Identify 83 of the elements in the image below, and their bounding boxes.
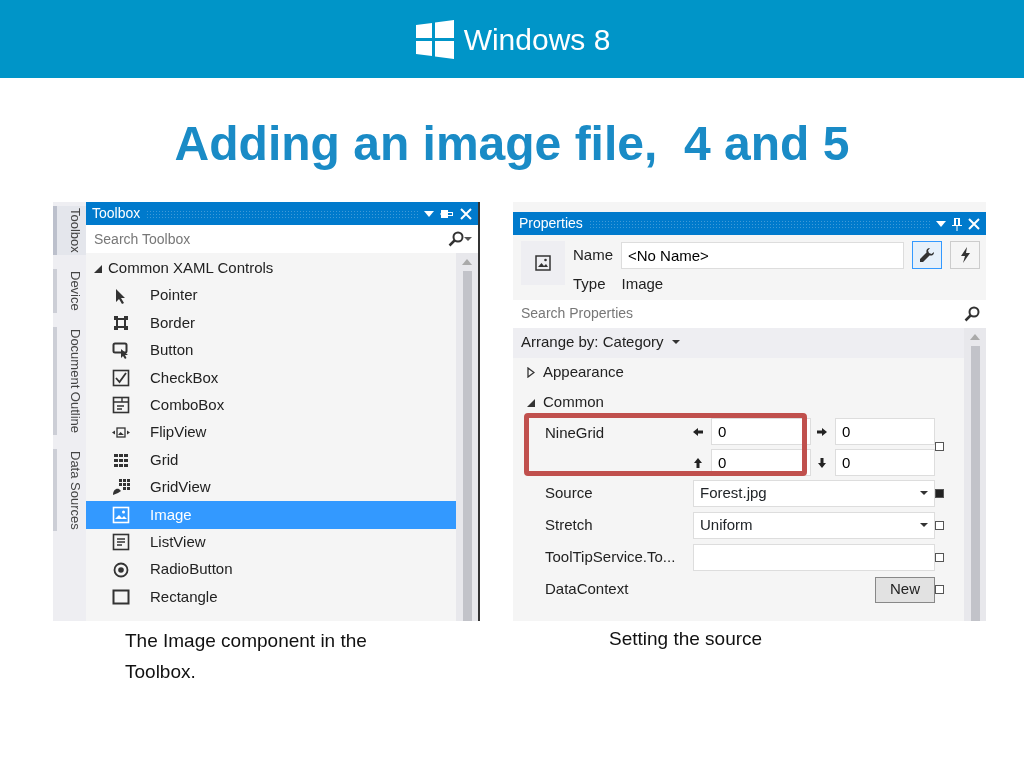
button-icon bbox=[112, 341, 130, 360]
combobox-icon bbox=[112, 396, 130, 415]
type-label: Type bbox=[573, 274, 606, 294]
caret-icon bbox=[920, 523, 928, 528]
toolbox-item[interactable]: ComboBox bbox=[86, 391, 456, 419]
text-field[interactable] bbox=[693, 544, 935, 571]
toolbox-item[interactable]: FlipView bbox=[86, 418, 456, 447]
caption: Setting the source bbox=[609, 627, 764, 651]
search-icon[interactable] bbox=[964, 305, 980, 322]
search-field[interactable]: Search Toolbox bbox=[92, 227, 448, 251]
dropdown-icon[interactable] bbox=[424, 210, 434, 217]
side-tab[interactable]: Toolbox bbox=[53, 206, 86, 255]
rectangle-icon bbox=[112, 588, 130, 606]
property-marker[interactable] bbox=[935, 585, 944, 594]
scrollbar-thumb[interactable] bbox=[462, 271, 472, 621]
panel-title: Properties bbox=[519, 214, 583, 233]
number-field[interactable]: 0 bbox=[835, 448, 935, 476]
grid-icon bbox=[112, 451, 130, 470]
radio-button-icon bbox=[112, 560, 130, 579]
image-icon bbox=[112, 505, 130, 524]
search-field[interactable]: Search Properties bbox=[519, 302, 964, 325]
dropdown-field[interactable]: Forest.jpg bbox=[693, 480, 935, 507]
close-icon[interactable] bbox=[460, 207, 472, 220]
toolbox-item[interactable]: Pointer bbox=[86, 282, 456, 310]
number-field[interactable]: 0 bbox=[835, 417, 935, 445]
caret-icon[interactable] bbox=[464, 236, 472, 242]
name-label: Name bbox=[573, 244, 613, 265]
arrange-by-dropdown[interactable]: Arrange by: Category bbox=[513, 327, 964, 358]
search-bar[interactable]: Search Toolbox bbox=[86, 225, 478, 253]
collapsed-triangle-icon bbox=[527, 367, 535, 378]
events-tab-button[interactable] bbox=[950, 241, 980, 269]
toolbox-item[interactable]: Grid bbox=[86, 446, 456, 474]
toolbox-item[interactable]: GridView bbox=[86, 473, 456, 502]
pin-icon[interactable] bbox=[440, 208, 454, 219]
toolbox-item[interactable]: ListView bbox=[86, 528, 456, 556]
gridview-icon bbox=[112, 478, 130, 497]
property-marker[interactable] bbox=[935, 553, 944, 562]
property-marker[interactable] bbox=[935, 489, 944, 498]
checkbox-icon bbox=[112, 368, 130, 387]
new-button[interactable]: New bbox=[875, 576, 935, 603]
scrollbar-thumb[interactable] bbox=[970, 345, 980, 621]
left-arrow-icon bbox=[693, 426, 703, 437]
property-marker[interactable] bbox=[935, 521, 944, 530]
up-arrow-icon bbox=[693, 457, 703, 468]
down-arrow-icon bbox=[817, 457, 827, 468]
category-header[interactable]: Appearance bbox=[513, 357, 964, 388]
toolbox-item[interactable]: Border bbox=[86, 309, 456, 337]
windows-logo-icon bbox=[413, 19, 456, 59]
toolbox-item[interactable]: CheckBox bbox=[86, 364, 456, 392]
caption: The Image component in the Toolbox. bbox=[125, 629, 368, 684]
toolbox-item[interactable]: Button bbox=[86, 336, 456, 365]
wrench-icon bbox=[919, 247, 935, 263]
image-icon bbox=[535, 255, 551, 271]
properties-tab-button[interactable] bbox=[912, 241, 942, 269]
property-label: Source bbox=[545, 483, 594, 504]
toolbox-item[interactable]: RadioButton bbox=[86, 555, 456, 584]
search-icon[interactable] bbox=[448, 231, 464, 247]
property-label: NineGrid bbox=[545, 422, 606, 443]
dropdown-icon[interactable] bbox=[936, 220, 946, 227]
caret-icon bbox=[671, 340, 680, 345]
search-bar[interactable]: Search Properties bbox=[513, 299, 986, 328]
close-icon[interactable] bbox=[968, 217, 980, 230]
property-label: ToolTipService.To... bbox=[545, 547, 677, 568]
type-value: Image bbox=[621, 274, 664, 294]
toolbox-item[interactable]: Rectangle bbox=[86, 583, 456, 611]
panel-title: Toolbox bbox=[92, 204, 141, 223]
category-header[interactable]: Common bbox=[513, 387, 964, 418]
property-marker[interactable] bbox=[935, 442, 944, 451]
property-label: Stretch bbox=[545, 515, 594, 536]
logo-text: Windows 8 bbox=[463, 21, 611, 58]
property-label: DataContext bbox=[545, 579, 630, 600]
caret-icon bbox=[920, 491, 928, 496]
pin-icon[interactable] bbox=[952, 216, 962, 231]
slide-title: Adding an image file, 4 and 5 bbox=[173, 116, 851, 172]
border-icon bbox=[112, 314, 130, 333]
expanded-triangle-icon[interactable] bbox=[94, 264, 102, 273]
dropdown-field[interactable]: Uniform bbox=[693, 512, 935, 539]
group-label[interactable]: Common XAML Controls bbox=[108, 257, 274, 280]
expanded-triangle-icon bbox=[527, 398, 535, 407]
name-field[interactable]: <No Name> bbox=[621, 241, 904, 269]
listview-icon bbox=[112, 533, 130, 552]
lightning-icon bbox=[959, 247, 971, 263]
right-arrow-icon bbox=[817, 426, 827, 437]
